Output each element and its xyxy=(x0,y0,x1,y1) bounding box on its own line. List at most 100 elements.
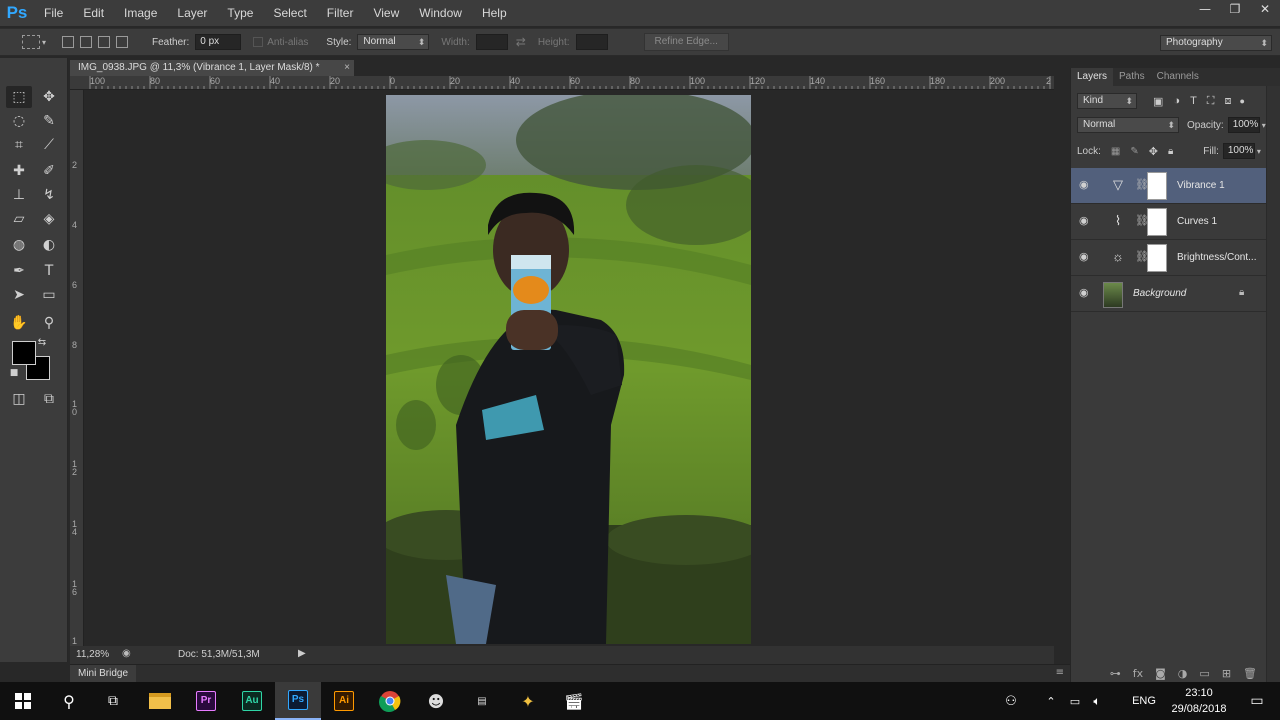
path-selection-tool-icon[interactable]: ➤ xyxy=(6,284,32,306)
start-button[interactable] xyxy=(0,682,46,720)
file-explorer-icon[interactable] xyxy=(137,682,183,720)
new-group-icon[interactable]: ▭ xyxy=(1199,667,1209,680)
tab-layers[interactable]: Layers xyxy=(1071,68,1114,86)
close-window-button[interactable]: ✕ xyxy=(1250,0,1280,20)
antialias-checkbox[interactable] xyxy=(253,37,264,47)
marquee-preset-icon[interactable] xyxy=(22,35,40,49)
quick-select-tool-icon[interactable]: ✎ xyxy=(36,110,62,132)
fill-dropdown-icon[interactable]: ▾ xyxy=(1257,147,1261,156)
menu-edit[interactable]: Edit xyxy=(73,6,114,20)
filter-pixel-icon[interactable]: ▣ xyxy=(1153,95,1163,108)
link-layers-icon[interactable]: ⊶ xyxy=(1110,667,1121,680)
layer-style-icon[interactable]: fx xyxy=(1133,667,1143,680)
chrome-icon[interactable] xyxy=(367,682,413,720)
clone-stamp-tool-icon[interactable]: ⊥ xyxy=(6,184,32,206)
height-input[interactable] xyxy=(575,34,608,50)
menu-select[interactable]: Select xyxy=(263,6,316,20)
visibility-eye-icon[interactable]: ◉ xyxy=(1079,250,1093,263)
document-tab[interactable]: IMG_0938.JPG @ 11,3% (Vibrance 1, Layer … xyxy=(70,60,354,76)
filter-kind-select[interactable]: Kind xyxy=(1077,93,1137,109)
marquee-tool-icon[interactable]: ⬚ xyxy=(6,86,32,108)
lock-transparency-icon[interactable]: ▦ xyxy=(1111,146,1120,157)
menu-type[interactable]: Type xyxy=(217,6,263,20)
people-icon[interactable]: ⚇ xyxy=(996,682,1026,720)
screen-mode-icon[interactable]: ⧉ xyxy=(36,388,62,410)
taskbar-clock[interactable]: 23:10 29/08/2018 xyxy=(1164,685,1234,717)
taskbar-app-illustrator[interactable]: Ai xyxy=(321,682,367,720)
app-media-icon[interactable]: ▤ xyxy=(459,682,505,720)
layer-mask-thumbnail[interactable] xyxy=(1147,172,1167,200)
new-adjustment-icon[interactable]: ◑ xyxy=(1178,667,1188,680)
rectangle-tool-icon[interactable]: ▭ xyxy=(36,284,62,306)
menu-layer[interactable]: Layer xyxy=(167,6,217,20)
zoom-tool-icon[interactable]: ⚲ xyxy=(36,312,62,334)
filter-shape-icon[interactable]: ⛶ xyxy=(1207,95,1215,108)
layer-mask-thumbnail[interactable] xyxy=(1147,208,1167,236)
lock-all-icon[interactable]: 🔒︎ xyxy=(1168,146,1173,157)
visibility-eye-icon[interactable]: ◉ xyxy=(1079,214,1093,227)
status-info-icon[interactable]: ◉ xyxy=(122,648,131,659)
blend-mode-select[interactable]: Normal xyxy=(1077,117,1179,133)
type-tool-icon[interactable]: T xyxy=(36,260,62,282)
menu-file[interactable]: File xyxy=(34,6,73,20)
layer-row-brightness-contrast[interactable]: ◉ ☼ ⛓︎ Brightness/Cont... xyxy=(1071,240,1267,276)
filter-type-icon[interactable]: T xyxy=(1190,95,1197,107)
new-layer-icon[interactable]: ⊞ xyxy=(1222,667,1231,680)
layer-row-vibrance[interactable]: ◉ ▽ ⛓︎ Vibrance 1 xyxy=(1071,168,1267,204)
menu-help[interactable]: Help xyxy=(472,6,517,20)
zoom-level[interactable]: 11,28% xyxy=(76,649,109,660)
width-input[interactable] xyxy=(475,34,508,50)
app-character-icon[interactable]: ☻ xyxy=(413,682,459,720)
tab-paths[interactable]: Paths xyxy=(1113,68,1151,86)
delete-layer-icon[interactable]: 🗑︎ xyxy=(1243,667,1257,680)
swap-colors-icon[interactable]: ⇆ xyxy=(34,336,50,350)
style-select[interactable]: Normal xyxy=(357,34,430,50)
lock-position-icon[interactable]: ✥ xyxy=(1149,145,1158,158)
quick-mask-icon[interactable]: ◫ xyxy=(6,388,32,410)
dodge-tool-icon[interactable]: ◐ xyxy=(36,234,62,256)
panel-scrollbar[interactable] xyxy=(1266,86,1280,682)
history-brush-tool-icon[interactable]: ↯ xyxy=(36,184,62,206)
eyedropper-tool-icon[interactable]: ⟋ xyxy=(36,134,62,156)
app-clapper-icon[interactable]: 🎬︎ xyxy=(551,682,597,720)
canvas-area[interactable] xyxy=(84,90,1054,646)
fill-input[interactable]: 100% xyxy=(1222,143,1255,159)
close-document-icon[interactable]: × xyxy=(344,60,350,76)
minimize-button[interactable]: — xyxy=(1190,0,1220,20)
foreground-color-swatch[interactable] xyxy=(12,341,36,365)
visibility-eye-icon[interactable]: ◉ xyxy=(1079,286,1093,299)
healing-brush-tool-icon[interactable]: ✚ xyxy=(6,160,32,182)
paint-bucket-tool-icon[interactable]: ◈ xyxy=(36,208,62,230)
panel-menu-icon[interactable]: ≡ xyxy=(1056,667,1064,678)
taskbar-app-premiere[interactable]: Pr xyxy=(183,682,229,720)
language-indicator[interactable]: ENG xyxy=(1124,682,1164,720)
status-menu-arrow-icon[interactable]: ▶ xyxy=(298,648,306,659)
action-center-icon[interactable]: ▭ xyxy=(1234,682,1280,720)
add-selection-icon[interactable] xyxy=(80,36,93,48)
workspace-select[interactable]: Photography xyxy=(1160,35,1272,51)
taskbar-app-audition[interactable]: Au xyxy=(229,682,275,720)
preset-dropdown-icon[interactable]: ▾ xyxy=(42,38,46,47)
add-mask-icon[interactable]: ◙ xyxy=(1155,667,1166,680)
mini-bridge-tab[interactable]: Mini Bridge xyxy=(70,665,136,682)
filter-smart-object-icon[interactable]: ⧈ xyxy=(1225,95,1232,108)
filter-adjustment-icon[interactable]: ◑ xyxy=(1173,95,1180,107)
subtract-selection-icon[interactable] xyxy=(98,36,111,48)
new-selection-icon[interactable] xyxy=(62,36,75,48)
menu-view[interactable]: View xyxy=(363,6,409,20)
restore-button[interactable]: ❐ xyxy=(1220,0,1250,20)
refine-edge-button[interactable]: Refine Edge... xyxy=(643,33,729,51)
visibility-eye-icon[interactable]: ◉ xyxy=(1079,178,1093,191)
menu-window[interactable]: Window xyxy=(409,6,472,20)
move-tool-icon[interactable]: ✥ xyxy=(36,86,62,108)
hand-tool-icon[interactable]: ✋ xyxy=(6,312,32,334)
layer-row-background[interactable]: ◉ Background 🔒︎ xyxy=(1071,276,1267,312)
crop-tool-icon[interactable]: ⌗ xyxy=(6,134,32,156)
intersect-selection-icon[interactable] xyxy=(116,36,129,48)
layer-mask-thumbnail[interactable] xyxy=(1147,244,1167,272)
feather-input[interactable]: 0 px xyxy=(195,34,242,50)
task-view-icon[interactable]: ⧉ xyxy=(90,682,136,720)
document-image[interactable] xyxy=(386,95,751,644)
tab-channels[interactable]: Channels xyxy=(1151,68,1205,86)
layer-lock-icon[interactable]: 🔒︎ xyxy=(1239,287,1244,298)
